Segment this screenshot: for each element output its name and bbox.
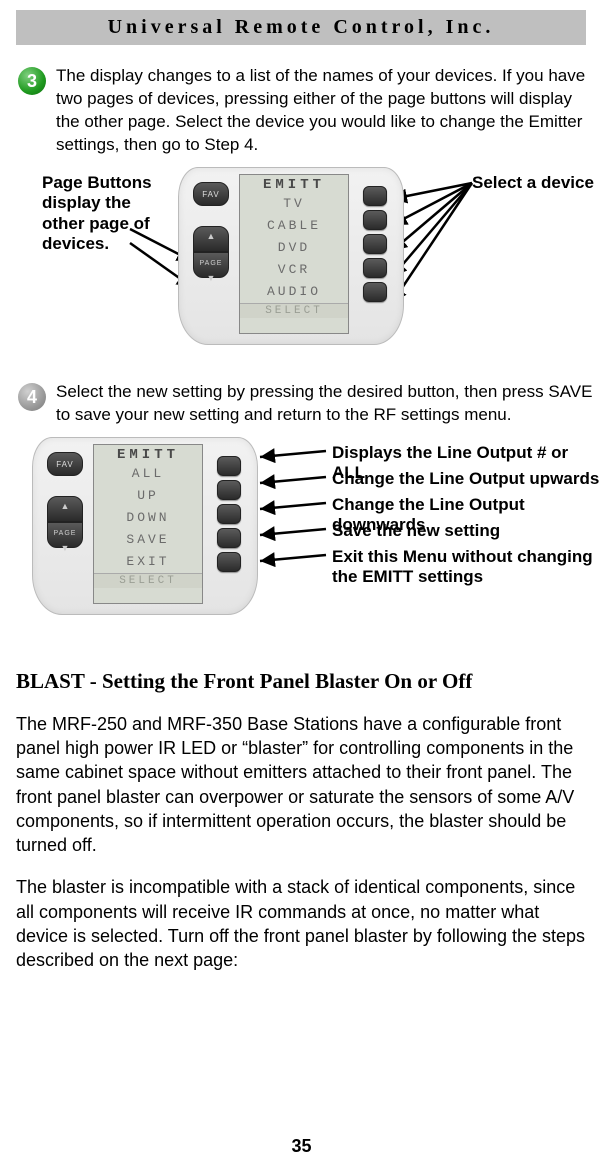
softkey <box>363 234 387 254</box>
page-up: ▲ <box>47 496 83 522</box>
page-buttons: ▲ PAGE▼ <box>47 496 83 548</box>
step-4-badge: 4 <box>18 383 46 411</box>
lcd-row: SAVE <box>94 529 202 551</box>
softkey <box>217 504 241 524</box>
softkey <box>363 210 387 230</box>
lcd-row: TV <box>240 193 348 215</box>
section-heading-blast: BLAST - Setting the Front Panel Blaster … <box>16 669 587 694</box>
page-number: 35 <box>0 1136 603 1157</box>
lcd-row: VCR <box>240 259 348 281</box>
fig1-right-annotation: Select a device <box>472 173 594 193</box>
softkey <box>217 456 241 476</box>
lcd-row: CABLE <box>240 215 348 237</box>
remote-1: FAV ▲ PAGE▼ EMITT TV CABLE DVD VCR AUDIO… <box>178 167 404 345</box>
fav-button: FAV <box>47 452 83 476</box>
fig2-anno-5: Exit this Menu without changing the EMIT… <box>332 547 598 588</box>
page-down: PAGE▼ <box>47 522 83 548</box>
step-4-text: Select the new setting by pressing the d… <box>56 381 597 427</box>
softkeys-right <box>363 182 389 306</box>
arrow-fig2-group <box>256 447 336 597</box>
section-paragraph-1: The MRF-250 and MRF-350 Base Stations ha… <box>16 712 587 858</box>
lcd-select-label: SELECT <box>94 573 202 588</box>
softkey <box>217 528 241 548</box>
lcd-row: AUDIO <box>240 281 348 303</box>
figure-2: Displays the Line Output # or ALL Change… <box>0 439 603 639</box>
softkey <box>363 282 387 302</box>
header-company: Universal Remote Control, Inc. <box>16 10 586 45</box>
lcd-row: UP <box>94 485 202 507</box>
step-3: 3 The display changes to a list of the n… <box>0 65 603 157</box>
step-4: 4 Select the new setting by pressing the… <box>0 381 603 427</box>
softkey <box>363 258 387 278</box>
page-up: ▲ <box>193 226 229 252</box>
fig2-anno-2: Change the Line Output upwards <box>332 469 599 489</box>
lcd-1: EMITT TV CABLE DVD VCR AUDIO SELECT <box>239 174 349 334</box>
fig2-anno-4: Save the new setting <box>332 521 500 541</box>
remote-2: FAV ▲ PAGE▼ EMITT ALL UP DOWN SAVE EXIT … <box>32 437 258 615</box>
lcd-row: EXIT <box>94 551 202 573</box>
lcd-title: EMITT <box>240 177 348 193</box>
lcd-row: ALL <box>94 463 202 485</box>
fav-button: FAV <box>193 182 229 206</box>
lcd-row: DVD <box>240 237 348 259</box>
softkey <box>217 480 241 500</box>
step-3-text: The display changes to a list of the nam… <box>56 65 597 157</box>
section-paragraph-2: The blaster is incompatible with a stack… <box>16 875 587 972</box>
softkey <box>363 186 387 206</box>
page-down: PAGE▼ <box>193 252 229 278</box>
figure-1: Page Buttons display the other page of d… <box>0 169 603 359</box>
step-3-badge: 3 <box>18 67 46 95</box>
fig1-left-annotation: Page Buttons display the other page of d… <box>42 173 162 255</box>
lcd-select-label: SELECT <box>240 303 348 318</box>
softkeys-right <box>217 452 243 576</box>
page-buttons: ▲ PAGE▼ <box>193 226 229 278</box>
lcd-2: EMITT ALL UP DOWN SAVE EXIT SELECT <box>93 444 203 604</box>
lcd-row: DOWN <box>94 507 202 529</box>
softkey <box>217 552 241 572</box>
lcd-title: EMITT <box>94 447 202 463</box>
